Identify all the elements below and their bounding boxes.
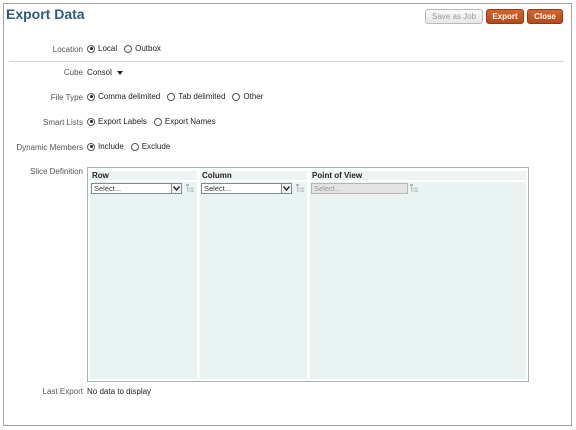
cube-label: Cube — [63, 68, 83, 77]
slice-column-header: Row — [90, 171, 197, 180]
section-divider — [9, 61, 564, 62]
radio-unselected-icon[interactable] — [124, 44, 133, 53]
slice-column-header: Point of View — [310, 171, 526, 180]
export-button[interactable]: Export — [486, 9, 524, 24]
radio-selected-icon[interactable] — [87, 44, 95, 53]
slice-column-point-of-view: Point of View Select... — [310, 171, 526, 379]
page-title: Export Data — [6, 6, 85, 22]
location-label: Location — [52, 45, 83, 54]
file-type-option-tab[interactable]: Tab delimited — [167, 92, 225, 101]
file-type-option-other[interactable]: Other — [232, 92, 263, 101]
close-button[interactable]: Close — [527, 9, 563, 24]
row-dimension-select[interactable]: Select... — [91, 183, 182, 194]
slice-definition-label: Slice Definition — [30, 167, 83, 176]
dynamic-members-option-include[interactable]: Include — [87, 142, 124, 151]
file-type-option-comma[interactable]: Comma delimited — [87, 92, 160, 101]
slice-column-row: Row Select... — [90, 171, 197, 379]
last-export-value: No data to display — [87, 387, 152, 396]
radio-selected-icon[interactable] — [87, 142, 95, 151]
point-of-view-select[interactable]: Select... — [311, 183, 408, 194]
radio-unselected-icon[interactable] — [130, 142, 139, 151]
smart-lists-radio-group: Export Labels Export Names — [87, 117, 223, 126]
slice-column-column: Column Select... — [200, 171, 307, 379]
radio-unselected-icon[interactable] — [167, 92, 176, 101]
member-selector-icon[interactable] — [409, 183, 421, 194]
file-type-radio-group: Comma delimited Tab delimited Other — [87, 92, 270, 101]
file-type-label: File Type — [50, 93, 83, 102]
chevron-down-icon[interactable] — [281, 184, 291, 193]
location-radio-group: Local Outbox — [87, 44, 168, 53]
dynamic-members-label: Dynamic Members — [16, 143, 83, 152]
caret-down-icon[interactable] — [116, 70, 123, 75]
slice-definition-panel: Row Select... Column Select... Point of … — [87, 167, 529, 382]
cube-select[interactable]: Consol — [87, 68, 123, 77]
smart-lists-label: Smart Lists — [42, 118, 83, 127]
member-selector-icon[interactable] — [295, 183, 307, 194]
location-option-local[interactable]: Local — [87, 44, 117, 53]
last-export-label: Last Export — [42, 387, 83, 396]
radio-selected-icon[interactable] — [87, 117, 95, 126]
slice-column-body: Select... — [200, 182, 307, 379]
dynamic-members-radio-group: Include Exclude — [87, 142, 177, 151]
smart-lists-option-names[interactable]: Export Names — [153, 117, 216, 126]
slice-column-body: Select... — [90, 182, 197, 379]
dynamic-members-option-exclude[interactable]: Exclude — [130, 142, 170, 151]
radio-unselected-icon[interactable] — [232, 92, 241, 101]
chevron-down-icon[interactable] — [171, 184, 181, 193]
member-selector-icon[interactable] — [185, 183, 197, 194]
radio-selected-icon[interactable] — [87, 92, 95, 101]
slice-column-header: Column — [200, 171, 307, 180]
smart-lists-option-labels[interactable]: Export Labels — [87, 117, 147, 126]
location-option-outbox[interactable]: Outbox — [124, 44, 161, 53]
slice-column-body: Select... — [310, 182, 526, 379]
save-as-job-button[interactable]: Save as Job — [425, 9, 483, 24]
radio-unselected-icon[interactable] — [153, 117, 162, 126]
column-dimension-select[interactable]: Select... — [201, 183, 292, 194]
